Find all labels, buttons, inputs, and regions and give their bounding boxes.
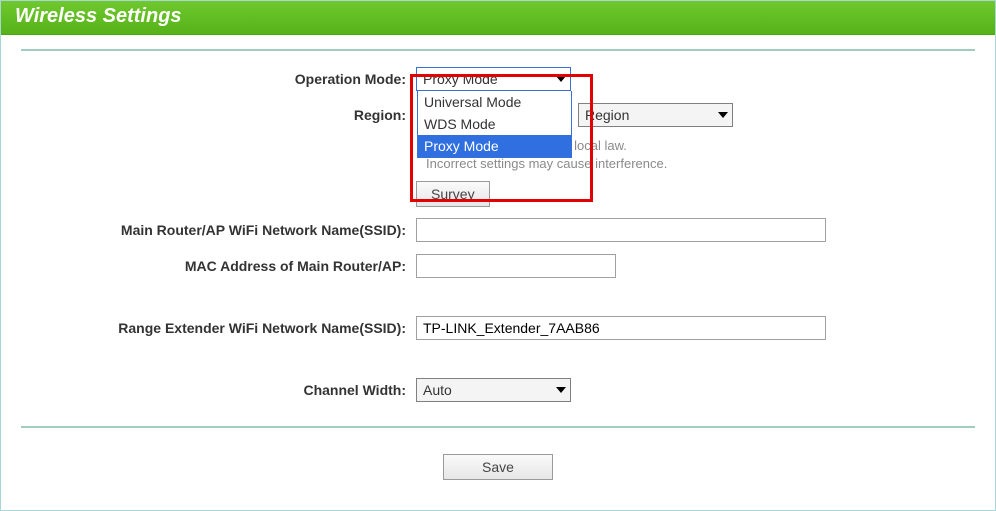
- bottom-divider: [21, 426, 975, 428]
- chevron-down-icon: [556, 387, 566, 393]
- save-button-label: Save: [482, 459, 514, 475]
- row-extender-ssid: Range Extender WiFi Network Name(SSID):: [21, 314, 975, 342]
- row-survey: Survey: [21, 180, 975, 208]
- row-main-mac: MAC Address of Main Router/AP:: [21, 252, 975, 280]
- main-ssid-input[interactable]: [416, 218, 826, 242]
- page-title: Wireless Settings: [15, 5, 182, 27]
- save-button[interactable]: Save: [443, 454, 553, 480]
- top-divider: [21, 49, 975, 51]
- operation-mode-dropdown: Universal Mode WDS Mode Proxy Mode: [417, 91, 572, 158]
- operation-mode-selected: Proxy Mode: [423, 71, 498, 87]
- label-channel-width: Channel Width:: [21, 382, 416, 398]
- region-select[interactable]: Region: [578, 103, 733, 127]
- row-save: Save: [21, 442, 975, 492]
- row-operation-mode: Operation Mode: Proxy Mode Universal Mod…: [21, 65, 975, 93]
- main-mac-input[interactable]: [416, 254, 616, 278]
- label-operation-mode: Operation Mode:: [21, 71, 416, 87]
- row-channel-width: Channel Width: Auto: [21, 376, 975, 404]
- region-selected: Region: [585, 107, 629, 123]
- chevron-down-icon: [556, 76, 566, 82]
- channel-width-selected: Auto: [423, 382, 452, 398]
- row-main-ssid: Main Router/AP WiFi Network Name(SSID):: [21, 216, 975, 244]
- channel-width-select[interactable]: Auto: [416, 378, 571, 402]
- label-region: Region:: [21, 107, 416, 123]
- operation-mode-select[interactable]: Proxy Mode Universal Mode WDS Mode Proxy…: [416, 67, 571, 91]
- operation-mode-option-proxy[interactable]: Proxy Mode: [418, 135, 571, 157]
- label-main-mac: MAC Address of Main Router/AP:: [21, 258, 416, 274]
- label-main-ssid: Main Router/AP WiFi Network Name(SSID):: [21, 222, 416, 238]
- survey-button[interactable]: Survey: [416, 181, 490, 207]
- label-extender-ssid: Range Extender WiFi Network Name(SSID):: [21, 320, 416, 336]
- extender-ssid-input[interactable]: [416, 316, 826, 340]
- operation-mode-option-universal[interactable]: Universal Mode: [418, 91, 571, 113]
- operation-mode-option-wds[interactable]: WDS Mode: [418, 113, 571, 135]
- chevron-down-icon: [718, 112, 728, 118]
- survey-button-label: Survey: [431, 186, 475, 202]
- page-header: Wireless Settings: [1, 1, 995, 35]
